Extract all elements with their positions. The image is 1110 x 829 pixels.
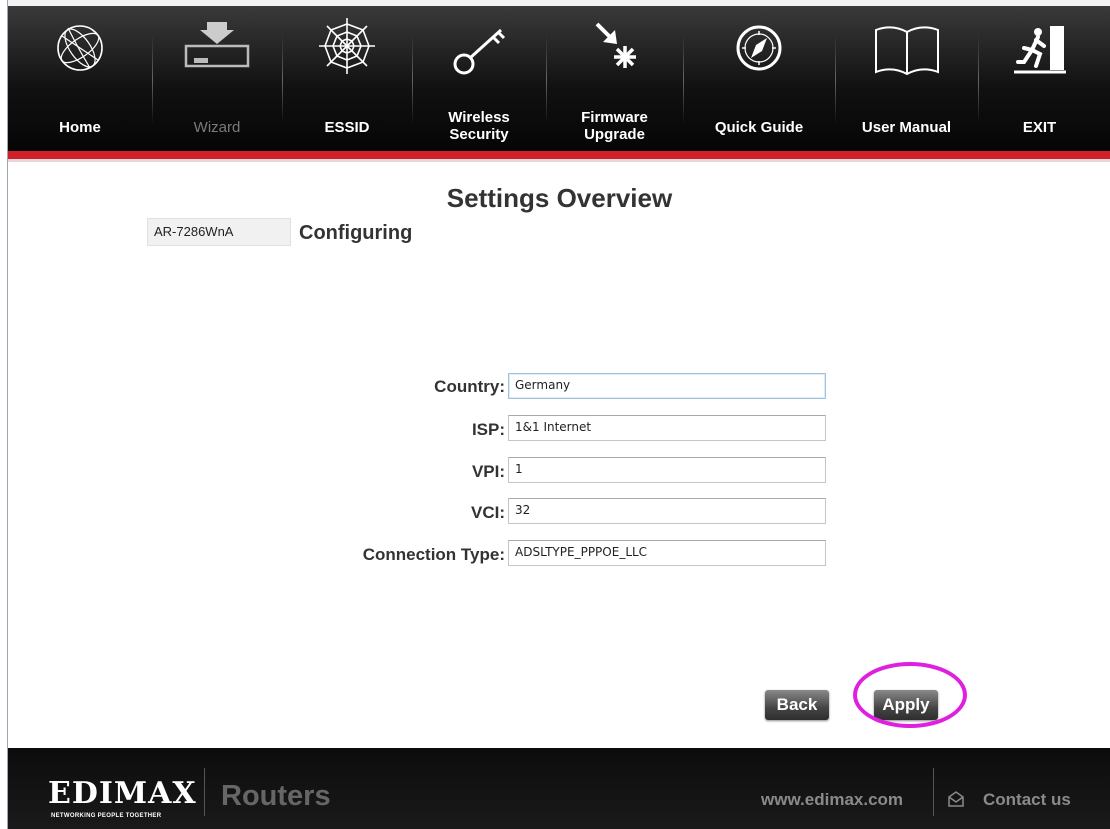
status-configuring: Configuring	[299, 222, 413, 244]
product-category: Routers	[221, 780, 331, 812]
nav-firmware-upgrade[interactable]: Firmware Upgrade	[546, 6, 683, 151]
nav-firmware-label-line1: Firmware	[581, 109, 648, 126]
country-field[interactable]: Germany	[508, 373, 826, 399]
nav-firmware-upgrade-label: Firmware Upgrade	[546, 109, 683, 143]
nav-firmware-label-line2: Upgrade	[584, 126, 645, 143]
nav-essid-label: ESSID	[324, 119, 370, 136]
accent-red-shadow	[8, 159, 1110, 162]
nav-wireless-label-line2: Security	[449, 126, 509, 143]
nav-wizard-label: Wizard	[193, 119, 241, 136]
book-icon	[874, 26, 939, 76]
key-icon	[453, 28, 506, 75]
spiderweb-icon	[319, 18, 375, 74]
nav-quick-guide-label: Quick Guide	[714, 119, 804, 136]
vpi-field[interactable]: 1	[508, 457, 826, 483]
nav-wireless-security[interactable]: Wireless Security	[412, 6, 546, 151]
nav-wizard[interactable]: Wizard	[152, 6, 282, 151]
router-setup-window: Home Wizard ESSID Wireless Security Firm…	[7, 0, 1110, 829]
envelope-icon[interactable]	[947, 790, 965, 808]
footer-bar: EDIMAX NETWORKING PEOPLE TOGETHER Router…	[8, 748, 1110, 829]
isp-field[interactable]: 1&1 Internet	[508, 415, 826, 441]
exit-runner-icon	[1013, 26, 1066, 74]
nav-separator	[282, 34, 283, 124]
country-label: Country:	[434, 377, 505, 396]
connection-type-field[interactable]: ADSLTYPE_PPPOE_LLC	[508, 540, 826, 566]
nav-wireless-label-line1: Wireless	[448, 109, 510, 126]
nav-wireless-security-label: Wireless Security	[412, 109, 546, 143]
connection-type-label: Connection Type:	[362, 545, 505, 564]
edimax-logo: EDIMAX	[48, 776, 197, 811]
firmware-arrow-icon	[595, 22, 636, 68]
logo-tagline: NETWORKING PEOPLE TOGETHER	[51, 813, 162, 819]
nav-quick-guide[interactable]: Quick Guide	[683, 6, 835, 151]
page-title: Settings Overview	[446, 183, 673, 213]
contact-us-link[interactable]: Contact us	[983, 790, 1071, 810]
vpi-label: VPI:	[471, 462, 505, 481]
nav-home[interactable]: Home	[8, 6, 152, 151]
nav-separator	[412, 34, 413, 124]
compass-icon	[736, 25, 782, 71]
main-navigation: Home Wizard ESSID Wireless Security Firm…	[8, 6, 1110, 151]
nav-separator	[835, 34, 836, 124]
nav-exit[interactable]: EXIT	[978, 6, 1101, 151]
website-link[interactable]: www.edimax.com	[761, 790, 903, 810]
nav-separator	[683, 34, 684, 124]
nav-separator	[152, 34, 153, 124]
footer-separator	[204, 768, 205, 816]
isp-label: ISP:	[471, 420, 505, 439]
globe-icon	[57, 25, 103, 71]
footer-separator	[933, 768, 934, 816]
model-name-box: AR-7286WnA	[147, 218, 291, 246]
nav-home-label: Home	[59, 119, 101, 136]
vci-label: VCI:	[471, 503, 505, 522]
nav-user-manual-label: User Manual	[861, 119, 952, 136]
nav-exit-label: EXIT	[1022, 119, 1057, 136]
apply-highlight-circle	[853, 662, 967, 728]
nav-separator	[978, 34, 979, 124]
nav-user-manual[interactable]: User Manual	[835, 6, 978, 151]
download-device-icon	[184, 22, 250, 68]
back-button[interactable]: Back	[765, 690, 829, 720]
nav-separator	[546, 34, 547, 124]
accent-red-line	[8, 151, 1110, 159]
vci-field[interactable]: 32	[508, 498, 826, 524]
nav-essid[interactable]: ESSID	[282, 6, 412, 151]
